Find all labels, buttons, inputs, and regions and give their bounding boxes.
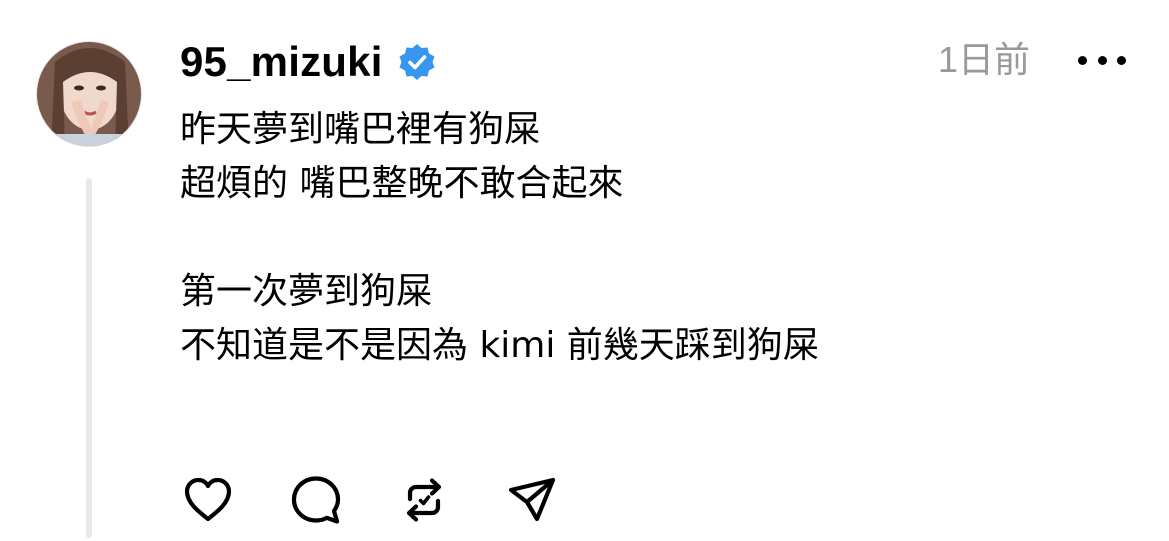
post-timestamp: 1日前 (938, 39, 1031, 80)
post-text-line: 超煩的 嘴巴整晚不敢合起來 (180, 163, 624, 204)
thread-line (86, 178, 92, 538)
post-text-line: 不知道是不是因為 kimi 前幾天踩到狗屎 (180, 325, 819, 366)
repost-icon (406, 478, 442, 522)
avatar-image (37, 42, 141, 146)
more-horizontal-icon (1078, 55, 1087, 65)
username[interactable]: 95_mizuki (180, 38, 383, 86)
comment-bubble-icon (291, 476, 341, 524)
comment-button[interactable] (288, 472, 344, 528)
post-actions (180, 472, 612, 528)
paragraph-break (180, 211, 1080, 265)
post-header: 95_mizuki (180, 34, 437, 90)
repost-button[interactable] (396, 472, 452, 528)
send-icon (508, 477, 556, 522)
verified-badge-icon (397, 42, 437, 82)
avatar[interactable] (36, 41, 142, 147)
heart-icon (184, 477, 232, 522)
share-button[interactable] (504, 472, 560, 528)
post-text-line: 第一次夢到狗屎 (180, 271, 433, 312)
post-text: 昨天夢到嘴巴裡有狗屎 超煩的 嘴巴整晚不敢合起來 第一次夢到狗屎 不知道是不是因… (180, 103, 1080, 373)
post-text-line: 昨天夢到嘴巴裡有狗屎 (180, 109, 541, 150)
more-options-button[interactable] (1078, 40, 1126, 80)
like-button[interactable] (180, 472, 236, 528)
